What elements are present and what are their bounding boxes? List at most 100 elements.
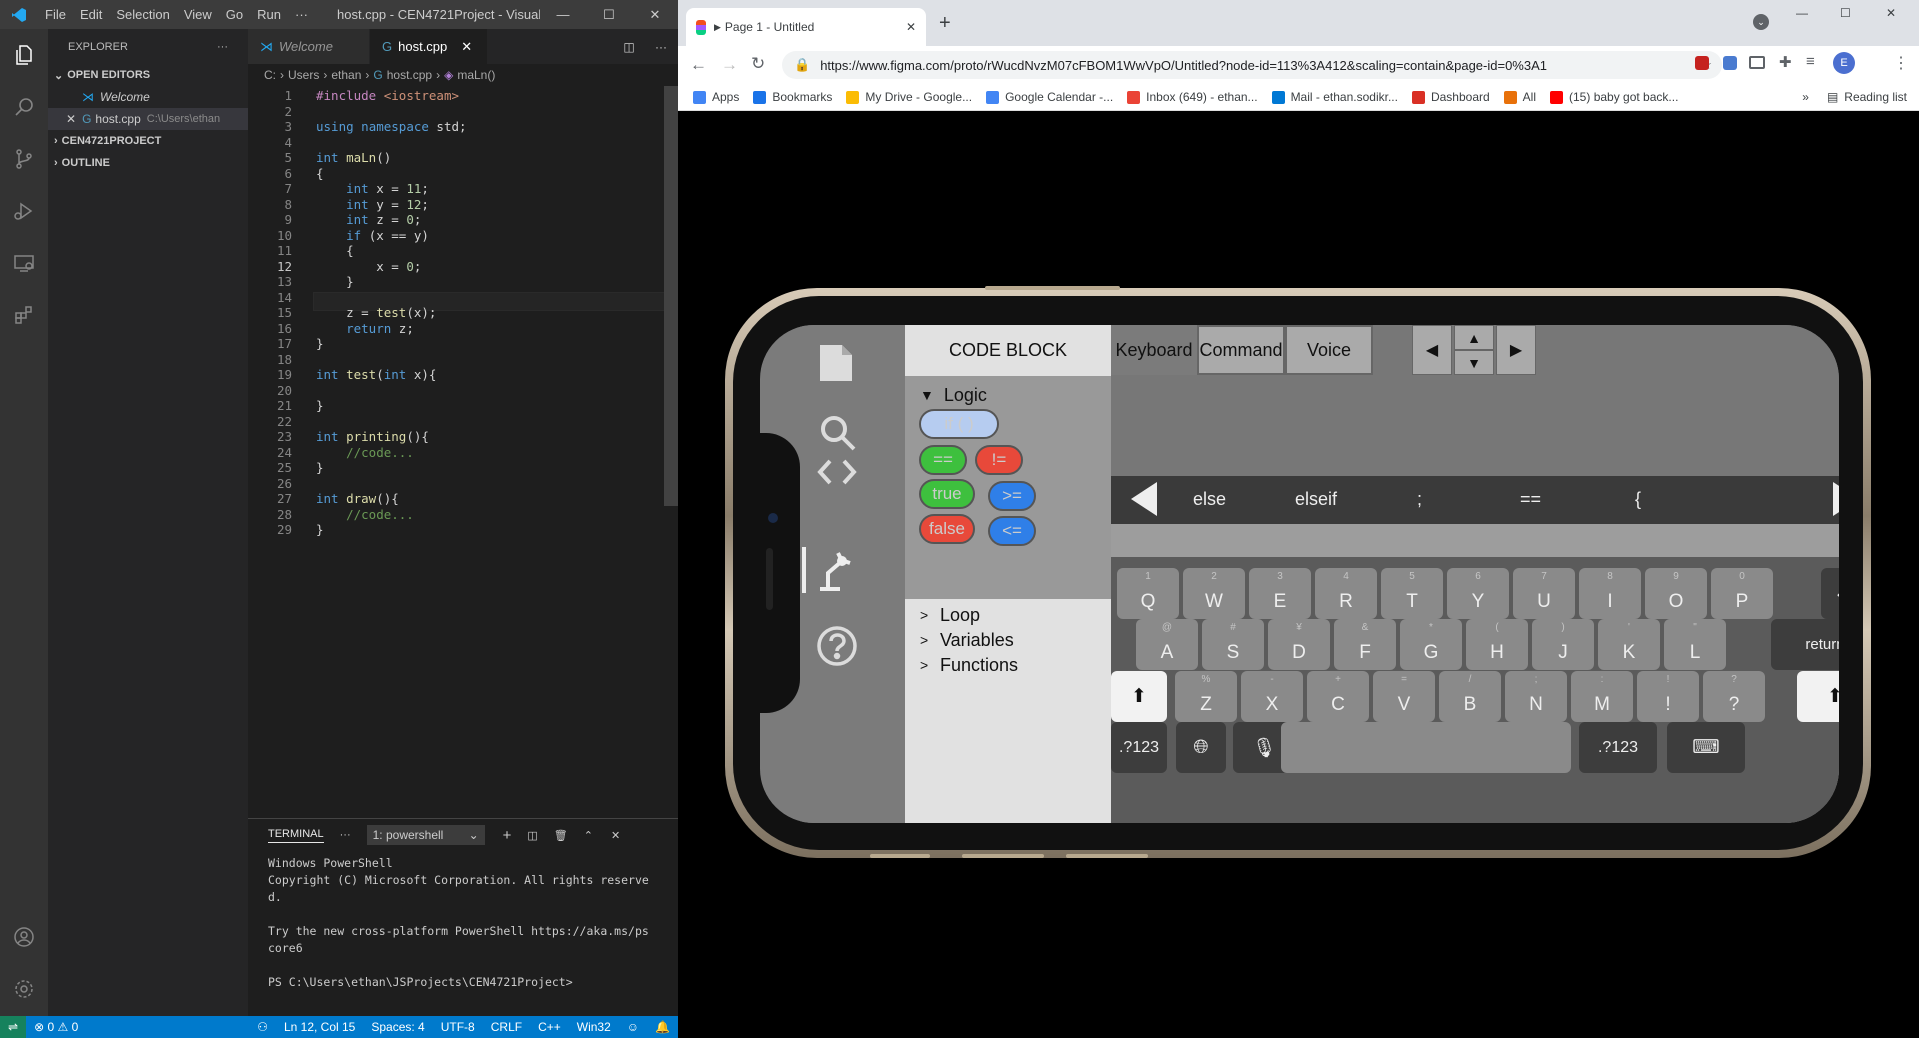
explorer-icon[interactable] bbox=[0, 29, 48, 81]
browser-tab[interactable]: ▶ Page 1 - Untitled ✕ bbox=[686, 8, 926, 46]
key-o[interactable]: 9O bbox=[1645, 568, 1707, 619]
cursor-right-button[interactable]: ▶ bbox=[1496, 325, 1536, 375]
new-tab-icon[interactable]: + bbox=[939, 12, 951, 35]
key-m[interactable]: :M bbox=[1571, 671, 1633, 722]
remote-icon[interactable]: ⇌ bbox=[0, 1016, 27, 1038]
feedback-icon[interactable]: ☺ bbox=[619, 1020, 647, 1034]
reading-list[interactable]: Reading list bbox=[1844, 90, 1907, 104]
key-n[interactable]: ; N bbox=[1505, 671, 1567, 722]
close-window-icon[interactable]: ✕ bbox=[1886, 6, 1896, 20]
bookmark-item[interactable]: Google Calendar -... bbox=[979, 90, 1120, 104]
key-h[interactable]: (H bbox=[1466, 619, 1528, 670]
key-i[interactable]: 8I bbox=[1579, 568, 1641, 619]
bookmark-item[interactable]: Mail - ethan.sodikr... bbox=[1265, 90, 1405, 104]
mode-voice[interactable]: Voice bbox=[1285, 325, 1373, 375]
breadcrumb-item[interactable]: maLn() bbox=[457, 68, 495, 82]
space-key[interactable] bbox=[1281, 722, 1571, 773]
key-s[interactable]: # S bbox=[1202, 619, 1264, 670]
key-b[interactable]: / B bbox=[1439, 671, 1501, 722]
bookmark-item[interactable]: All bbox=[1497, 90, 1543, 104]
key-k[interactable]: ' K bbox=[1598, 619, 1660, 670]
notifications-icon[interactable]: 🔔 bbox=[647, 1020, 678, 1034]
more-bookmarks-icon[interactable]: » bbox=[1802, 90, 1809, 104]
project-section[interactable]: › CEN4721PROJECT bbox=[48, 130, 248, 152]
key-![interactable]: !! bbox=[1637, 671, 1699, 722]
mode-command[interactable]: Command bbox=[1197, 325, 1285, 375]
key-l[interactable]: " L bbox=[1664, 619, 1726, 670]
suggestion-item[interactable]: elseif bbox=[1295, 489, 1337, 510]
key-f[interactable]: & F bbox=[1334, 619, 1396, 670]
block-false[interactable]: false bbox=[919, 514, 975, 544]
outline-section[interactable]: › OUTLINE bbox=[48, 152, 248, 174]
code-brackets-icon[interactable] bbox=[816, 455, 858, 489]
key-?[interactable]: ?? bbox=[1703, 671, 1765, 722]
bookmark-item[interactable]: My Drive - Google... bbox=[839, 90, 979, 104]
tab-terminal[interactable]: TERMINAL bbox=[268, 828, 324, 843]
accounts-icon[interactable] bbox=[0, 911, 48, 963]
key-w[interactable]: 2W bbox=[1183, 568, 1245, 619]
key-p[interactable]: 0P bbox=[1711, 568, 1773, 619]
key-x[interactable]: -X bbox=[1241, 671, 1303, 722]
block-equals[interactable]: == bbox=[919, 445, 967, 475]
menu-selection[interactable]: Selection bbox=[109, 7, 176, 22]
terminal-select[interactable]: 1: powershell ⌄ bbox=[366, 825, 485, 845]
symbols-right-key[interactable]: .?123 bbox=[1579, 722, 1657, 773]
back-icon[interactable]: ← bbox=[690, 55, 707, 75]
bookmark-item[interactable]: (15) baby got back... bbox=[1543, 90, 1685, 104]
maximize-panel-icon[interactable]: ⌃ bbox=[584, 829, 593, 842]
forward-icon[interactable]: → bbox=[721, 55, 738, 75]
menu-file[interactable]: File bbox=[38, 7, 73, 22]
help-icon[interactable] bbox=[816, 625, 858, 667]
key-c[interactable]: + C bbox=[1307, 671, 1369, 722]
breadcrumb-item[interactable]: Users bbox=[288, 68, 319, 82]
bookmark-item[interactable]: Bookmarks bbox=[746, 90, 839, 104]
hide-keyboard-key[interactable]: ⌨ bbox=[1667, 722, 1745, 773]
breadcrumb-item[interactable]: host.cpp bbox=[387, 68, 432, 82]
mode-keyboard[interactable]: Keyboard bbox=[1111, 325, 1197, 375]
cursor-down-button[interactable]: ▼ bbox=[1454, 350, 1494, 375]
logic-category[interactable]: ▼ Logic bbox=[905, 380, 1111, 410]
profile-avatar[interactable]: E bbox=[1833, 52, 1855, 74]
cursor-left-button[interactable]: ◀ bbox=[1412, 325, 1452, 375]
document-icon[interactable] bbox=[818, 343, 854, 383]
block-greater-equal[interactable]: >= bbox=[988, 481, 1036, 511]
close-icon[interactable]: ✕ bbox=[632, 7, 678, 23]
suggestion-next-icon[interactable] bbox=[1833, 482, 1839, 516]
reload-icon[interactable]: ↻ bbox=[751, 54, 765, 74]
key-u[interactable]: 7U bbox=[1513, 568, 1575, 619]
key-d[interactable]: ¥ D bbox=[1268, 619, 1330, 670]
open-editor-host[interactable]: ✕ Ghost.cpp C:\Users\ethan bbox=[48, 108, 248, 130]
translate-extension-icon[interactable] bbox=[1723, 56, 1737, 70]
remote-explorer-icon[interactable] bbox=[0, 237, 48, 289]
breadcrumb-item[interactable]: C: bbox=[264, 68, 276, 82]
block-not-equals[interactable]: != bbox=[975, 445, 1023, 475]
robot-arm-icon[interactable] bbox=[812, 547, 856, 593]
language-mode[interactable]: C++ bbox=[530, 1020, 569, 1034]
panel-more-icon[interactable]: ··· bbox=[340, 829, 351, 841]
suggestion-item[interactable]: { bbox=[1635, 489, 1641, 510]
extension-icon[interactable] bbox=[1695, 56, 1709, 70]
minimize-icon[interactable]: — bbox=[540, 7, 586, 22]
cursor-position[interactable]: Ln 12, Col 15 bbox=[276, 1020, 363, 1034]
globe-key[interactable]: 🌐︎ bbox=[1176, 722, 1226, 773]
maximize-icon[interactable]: ☐ bbox=[1840, 6, 1851, 20]
extensions-puzzle-icon[interactable]: ✚ bbox=[1779, 53, 1792, 71]
end-of-line[interactable]: CRLF bbox=[483, 1020, 530, 1034]
menu-run[interactable]: Run bbox=[250, 7, 288, 22]
cursor-up-button[interactable]: ▲ bbox=[1454, 325, 1494, 350]
suggestion-item[interactable]: == bbox=[1520, 489, 1541, 510]
close-editor-icon[interactable]: ✕ bbox=[66, 112, 76, 126]
suggestion-prev-icon[interactable] bbox=[1131, 482, 1157, 516]
breadcrumb-item[interactable]: ethan bbox=[331, 68, 361, 82]
key-t[interactable]: 5T bbox=[1381, 568, 1443, 619]
bookmark-item[interactable]: Apps bbox=[686, 90, 746, 104]
source-control-icon[interactable] bbox=[0, 133, 48, 185]
platform[interactable]: Win32 bbox=[569, 1020, 619, 1034]
key-g[interactable]: * G bbox=[1400, 619, 1462, 670]
tab-search-icon[interactable]: ⌄ bbox=[1753, 14, 1769, 30]
suggestion-item[interactable]: else bbox=[1193, 489, 1226, 510]
symbols-left-key[interactable]: .?123 bbox=[1111, 722, 1167, 773]
split-editor-icon[interactable]: ◫ bbox=[614, 29, 644, 64]
key-v[interactable]: = V bbox=[1373, 671, 1435, 722]
open-editor-welcome[interactable]: ⋊ Welcome bbox=[48, 86, 248, 108]
